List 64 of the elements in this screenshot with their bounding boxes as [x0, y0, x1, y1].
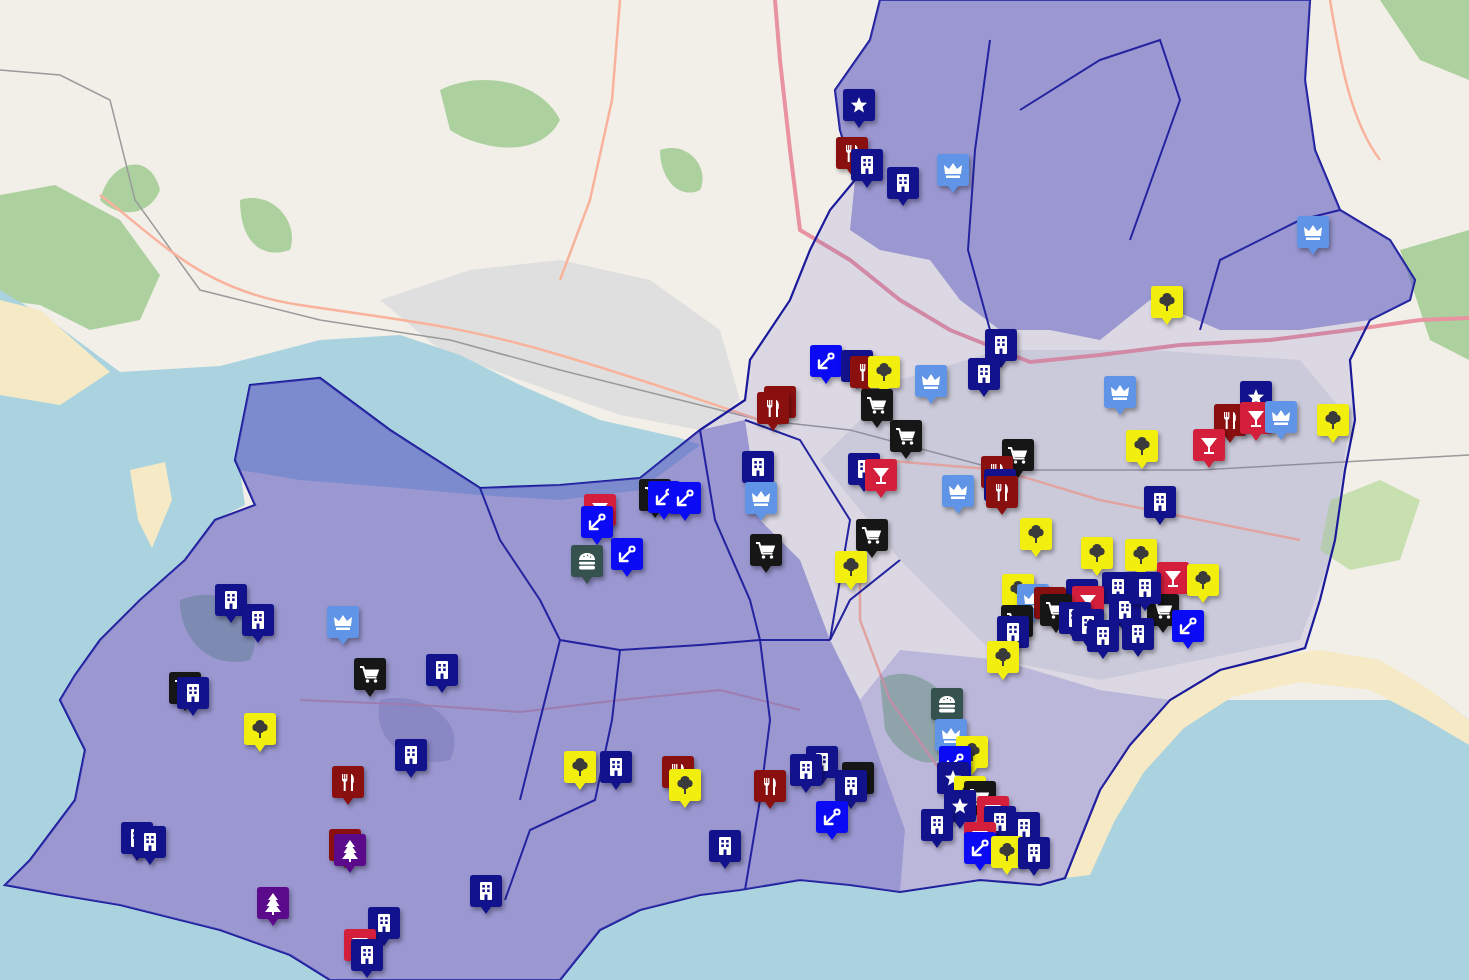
tree-marker-icon[interactable]: [987, 641, 1019, 681]
fork-knife-marker-icon[interactable]: [332, 766, 364, 806]
building-marker-icon[interactable]: [1122, 618, 1154, 658]
building-marker-icon[interactable]: [1018, 837, 1050, 877]
crown-marker-icon[interactable]: [745, 482, 777, 522]
shopping-cart-marker-icon[interactable]: [856, 519, 888, 559]
burger-marker-icon[interactable]: [571, 545, 603, 585]
crown-marker-icon[interactable]: [1104, 376, 1136, 416]
building-marker-icon[interactable]: [1087, 620, 1119, 660]
crown-marker-icon[interactable]: [327, 606, 359, 646]
anchor-marker-icon[interactable]: [581, 506, 613, 546]
star-marker-icon[interactable]: [843, 89, 875, 129]
building-marker-icon[interactable]: [395, 739, 427, 779]
building-marker-icon[interactable]: [600, 751, 632, 791]
building-marker-icon[interactable]: [851, 149, 883, 189]
tree-marker-icon[interactable]: [1020, 518, 1052, 558]
tree-marker-icon[interactable]: [244, 713, 276, 753]
woodland-area: [660, 148, 703, 193]
tree-marker-icon[interactable]: [1081, 537, 1113, 577]
anchor-marker-icon[interactable]: [816, 801, 848, 841]
building-marker-icon[interactable]: [242, 604, 274, 644]
fork-knife-marker-icon[interactable]: [986, 476, 1018, 516]
woodland-area: [100, 164, 160, 213]
tree-marker-icon[interactable]: [835, 551, 867, 591]
anchor-marker-icon[interactable]: [611, 538, 643, 578]
anchor-marker-icon[interactable]: [669, 482, 701, 522]
building-marker-icon[interactable]: [177, 677, 209, 717]
crown-marker-icon[interactable]: [937, 154, 969, 194]
cocktail-glass-marker-icon[interactable]: [865, 459, 897, 499]
building-marker-icon[interactable]: [470, 875, 502, 915]
building-marker-icon[interactable]: [790, 754, 822, 794]
crown-marker-icon[interactable]: [915, 365, 947, 405]
shopping-cart-marker-icon[interactable]: [890, 420, 922, 460]
woodland-area: [240, 198, 292, 253]
shopping-cart-marker-icon[interactable]: [354, 658, 386, 698]
shopping-cart-marker-icon[interactable]: [750, 534, 782, 574]
tree-marker-icon[interactable]: [564, 751, 596, 791]
building-marker-icon[interactable]: [921, 809, 953, 849]
building-marker-icon[interactable]: [1129, 572, 1161, 612]
tree-marker-icon[interactable]: [1187, 564, 1219, 604]
crown-marker-icon[interactable]: [1297, 216, 1329, 256]
pine-tree-marker-icon[interactable]: [257, 887, 289, 927]
building-marker-icon[interactable]: [426, 654, 458, 694]
anchor-marker-icon[interactable]: [1172, 610, 1204, 650]
building-marker-icon[interactable]: [351, 939, 383, 979]
tree-marker-icon[interactable]: [1151, 286, 1183, 326]
tree-marker-icon[interactable]: [1126, 430, 1158, 470]
fork-knife-marker-icon[interactable]: [757, 392, 789, 432]
fork-knife-marker-icon[interactable]: [754, 770, 786, 810]
building-marker-icon[interactable]: [887, 167, 919, 207]
building-marker-icon[interactable]: [709, 830, 741, 870]
building-marker-icon[interactable]: [1144, 486, 1176, 526]
tree-marker-icon[interactable]: [669, 769, 701, 809]
pine-tree-marker-icon[interactable]: [334, 834, 366, 874]
crown-marker-icon[interactable]: [942, 475, 974, 515]
cocktail-glass-marker-icon[interactable]: [1193, 429, 1225, 469]
building-marker-icon[interactable]: [215, 584, 247, 624]
building-marker-icon[interactable]: [968, 358, 1000, 398]
shopping-cart-marker-icon[interactable]: [861, 389, 893, 429]
crown-marker-icon[interactable]: [1265, 401, 1297, 441]
anchor-marker-icon[interactable]: [810, 345, 842, 385]
building-marker-icon[interactable]: [835, 770, 867, 810]
tree-marker-icon[interactable]: [1317, 404, 1349, 444]
building-marker-icon[interactable]: [134, 826, 166, 866]
